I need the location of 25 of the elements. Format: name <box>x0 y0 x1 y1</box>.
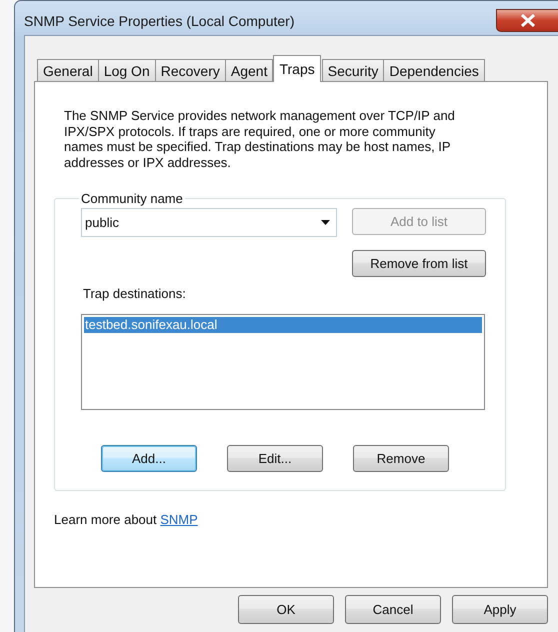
community-name-dropdown[interactable]: public <box>81 208 337 237</box>
tab[interactable]: Log On <box>98 59 156 81</box>
dialog-button[interactable]: Cancel <box>345 595 441 624</box>
tab[interactable]: Traps <box>273 55 321 82</box>
action-button[interactable]: Remove <box>353 445 449 472</box>
action-button[interactable]: Edit... <box>227 445 323 472</box>
snmp-link[interactable]: SNMP <box>160 512 198 527</box>
close-button[interactable] <box>496 9 558 32</box>
dropdown-arrow-icon <box>321 220 330 225</box>
list-button[interactable]: Remove from list <box>352 250 486 277</box>
action-button[interactable]: Add... <box>101 445 197 472</box>
tab[interactable]: General <box>37 59 99 81</box>
tab[interactable]: Agent <box>224 59 274 81</box>
learn-more-text: Learn more about <box>54 512 157 527</box>
list-item[interactable]: testbed.sonifexau.local <box>84 317 482 333</box>
dialog-button[interactable]: OK <box>238 595 334 624</box>
tab[interactable]: Recovery <box>154 59 226 81</box>
description-text: The SNMP Service provides network management over TCP/IP and IPX/SPX protocols. If traps are required, one or more community names must be specified. Trap destinations may be host names, IP addresses or IPX addresses. <box>64 108 456 170</box>
group-label: Community name <box>80 191 184 206</box>
close-icon <box>520 14 536 27</box>
window-title: SNMP Service Properties (Local Computer) <box>24 12 295 29</box>
trap-destinations-label: Trap destinations: <box>83 286 187 301</box>
dialog-button[interactable]: Apply <box>452 595 548 624</box>
tab[interactable]: Dependencies <box>383 59 485 81</box>
tab[interactable]: Security <box>322 59 384 81</box>
